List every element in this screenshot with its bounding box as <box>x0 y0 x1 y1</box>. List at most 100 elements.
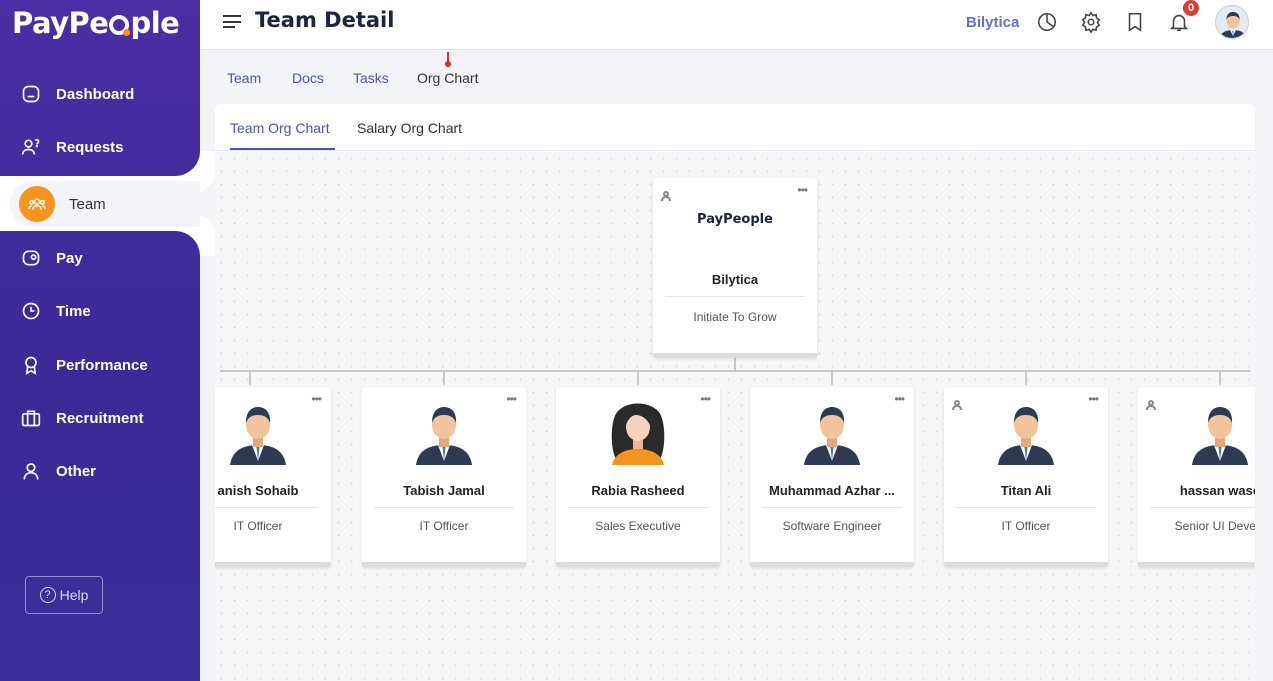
org-node-employee[interactable]: ••• Tabish Jamal IT Officer <box>362 387 526 567</box>
top-tabs: Team Docs Tasks Org Chart <box>200 50 1273 100</box>
subtab-underline <box>230 148 335 150</box>
sidebar-item-label: Time <box>56 302 91 320</box>
org-chart-canvas[interactable]: ••• PayPeople Bilytica Initiate To Grow … <box>215 152 1255 681</box>
tab-tasks[interactable]: Tasks <box>353 70 389 86</box>
divider <box>762 507 902 508</box>
org-node-employee[interactable]: ••• Muhammad Azhar ... Software Engineer <box>750 387 914 567</box>
org-node-name: anish Sohaib <box>217 483 299 498</box>
clock-icon <box>20 300 42 322</box>
org-node-name: Titan Ali <box>1000 483 1052 498</box>
org-node-root[interactable]: ••• PayPeople Bilytica Initiate To Grow <box>653 178 817 358</box>
user-question-icon <box>20 136 42 158</box>
help-button[interactable]: ? Help <box>25 576 103 614</box>
horizontal-connector <box>220 370 1250 372</box>
org-node-role: Sales Executive <box>595 519 681 533</box>
pie-chart-icon[interactable] <box>1036 11 1060 35</box>
sidebar-item-dashboard[interactable]: Dashboard <box>0 74 200 114</box>
sidebar-item-team[interactable]: Team <box>10 181 200 227</box>
sidebar-item-time[interactable]: Time <box>0 291 200 331</box>
bookmark-icon[interactable] <box>1124 11 1148 35</box>
sidebar: PayPe ple Dashboard Requests Team Pay Tim… <box>0 0 200 681</box>
wallet-icon <box>20 247 42 269</box>
notification-badge: 0 <box>1181 0 1201 18</box>
org-node-name: Muhammad Azhar ... <box>769 483 895 498</box>
org-node-name: Rabia Rasheed <box>591 483 685 498</box>
company-name-link[interactable]: Bilytica <box>966 14 1019 31</box>
org-node-role: IT Officer <box>419 519 469 533</box>
more-options-icon[interactable]: ••• <box>797 184 808 196</box>
org-node-employee[interactable]: ••• anish Sohaib IT Officer <box>215 387 331 567</box>
divider <box>956 507 1096 508</box>
child-connector <box>1025 371 1027 385</box>
sidebar-item-other[interactable]: Other <box>0 451 200 491</box>
sidebar-item-recruitment[interactable]: Recruitment <box>0 398 200 438</box>
gear-icon[interactable] <box>1080 11 1104 35</box>
sidebar-item-performance[interactable]: Performance <box>0 345 200 385</box>
person-icon <box>952 397 962 411</box>
child-connector <box>637 371 639 385</box>
sidebar-item-label: Team <box>69 195 106 213</box>
male-avatar-icon <box>998 407 1054 465</box>
sidebar-item-label: Dashboard <box>56 85 135 103</box>
divider <box>568 507 708 508</box>
org-node-employee[interactable]: ••• Titan Ali IT Officer <box>944 387 1108 567</box>
org-node-employee[interactable]: ••• Rabia Rasheed Sales Executive <box>556 387 720 567</box>
divider <box>374 507 514 508</box>
question-icon: ? <box>39 587 56 603</box>
org-node-role: Initiate To Grow <box>693 310 777 324</box>
person-icon <box>1146 397 1156 411</box>
more-options-icon[interactable]: ••• <box>894 393 905 405</box>
app-logo[interactable]: PayPe ple <box>12 6 180 40</box>
more-options-icon[interactable]: ••• <box>311 393 322 405</box>
org-node-role: IT Officer <box>233 519 283 533</box>
org-node-employee[interactable]: hassan wase Senior UI Develo <box>1138 387 1255 567</box>
org-node-name: Tabish Jamal <box>403 483 485 498</box>
person-icon <box>661 188 671 202</box>
sidebar-item-label: Other <box>56 462 97 480</box>
sidebar-item-label: Requests <box>56 138 124 156</box>
user-avatar[interactable] <box>1215 5 1249 39</box>
org-chart-panel: Team Org Chart Salary Org Chart ••• PayP… <box>215 104 1255 681</box>
org-node-role: Software Engineer <box>782 519 882 533</box>
org-node-name: Bilytica <box>711 272 759 287</box>
sidebar-item-requests[interactable]: Requests <box>0 127 200 167</box>
home-icon <box>20 83 42 105</box>
page-title: Team Detail <box>255 8 395 32</box>
sidebar-item-label: Pay <box>56 249 83 267</box>
top-header: Team Detail Bilytica 0 <box>200 0 1273 50</box>
divider <box>215 507 319 508</box>
help-label: Help <box>59 587 89 603</box>
org-node-role: Senior UI Develo <box>1174 519 1255 533</box>
child-connector <box>249 371 251 385</box>
tab-org-chart[interactable]: Org Chart <box>417 70 478 86</box>
tab-team[interactable]: Team <box>227 70 261 86</box>
active-tab-indicator <box>445 52 451 67</box>
child-connector <box>1219 371 1221 385</box>
subtab-team-org-chart[interactable]: Team Org Chart <box>230 120 330 136</box>
briefcase-icon <box>20 407 42 429</box>
child-connector <box>443 371 445 385</box>
org-chart-subtabs: Team Org Chart Salary Org Chart <box>215 104 1255 151</box>
male-avatar-icon <box>1192 407 1248 465</box>
award-icon <box>20 354 42 376</box>
divider <box>665 296 805 297</box>
sidebar-item-label: Recruitment <box>56 409 144 427</box>
male-avatar-icon <box>804 407 860 465</box>
more-options-icon[interactable]: ••• <box>700 393 711 405</box>
sidebar-item-pay[interactable]: Pay <box>0 238 200 278</box>
org-node-role: IT Officer <box>1001 519 1051 533</box>
child-connector <box>831 371 833 385</box>
female-avatar-icon <box>611 403 665 465</box>
tab-docs[interactable]: Docs <box>292 70 324 86</box>
company-logo: PayPeople <box>697 212 773 227</box>
org-node-name: hassan wase <box>1179 483 1255 498</box>
hamburger-menu-icon[interactable] <box>223 15 241 29</box>
user-icon <box>20 460 42 482</box>
subtab-salary-org-chart[interactable]: Salary Org Chart <box>357 120 462 136</box>
more-options-icon[interactable]: ••• <box>506 393 517 405</box>
male-avatar-icon <box>230 407 286 465</box>
male-avatar-icon <box>416 407 472 465</box>
more-options-icon[interactable]: ••• <box>1088 393 1099 405</box>
divider <box>1150 507 1255 508</box>
sidebar-item-label: Performance <box>56 356 148 374</box>
